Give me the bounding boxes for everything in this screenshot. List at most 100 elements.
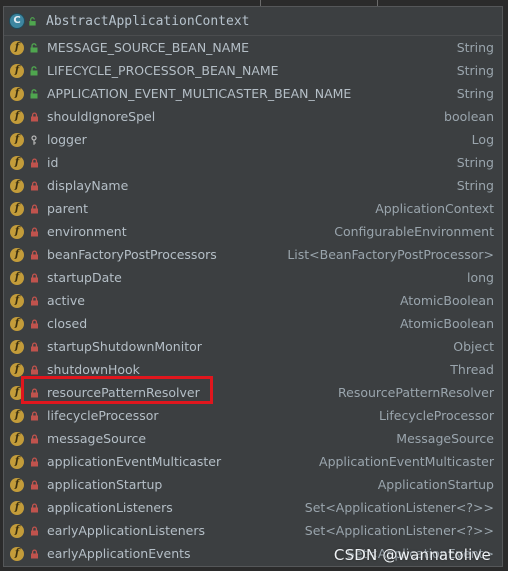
field-row[interactable]: f resourcePatternResolver ResourcePatternR… <box>4 381 502 404</box>
field-name: environment <box>47 224 127 239</box>
field-icon: f <box>10 339 24 354</box>
field-row[interactable]: f shutdownHook Thread <box>4 358 502 381</box>
lock-icon <box>29 502 39 513</box>
lock-icon <box>29 433 39 444</box>
field-type: String <box>456 178 494 193</box>
field-row[interactable]: f beanFactoryPostProcessors List<BeanFacto… <box>4 243 502 266</box>
lock-icon <box>29 456 39 467</box>
watermark: CSDN @wannatolive <box>333 546 491 564</box>
field-icon: f <box>10 247 24 262</box>
lock-icon <box>29 203 39 214</box>
field-icon: f <box>10 270 24 285</box>
field-name: displayName <box>47 178 129 193</box>
field-icon: f <box>10 431 24 446</box>
field-type: MessageSource <box>396 431 494 446</box>
field-name: messageSource <box>47 431 147 446</box>
field-list: f MESSAGE_SOURCE_BEAN_NAME String f LIFECYCL… <box>4 36 502 565</box>
field-name: LIFECYCLE_PROCESSOR_BEAN_NAME <box>47 63 279 78</box>
field-type: ConfigurableEnvironment <box>334 224 494 239</box>
field-name: lifecycleProcessor <box>47 408 159 423</box>
field-type: ApplicationContext <box>375 201 494 216</box>
field-row[interactable]: f closed AtomicBoolean <box>4 312 502 335</box>
field-name: resourcePatternResolver <box>47 385 200 400</box>
structure-popup: C AbstractApplicationContext f MESSAGE_SO… <box>3 6 503 567</box>
class-icon: C <box>10 14 24 28</box>
field-type: ApplicationStartup <box>377 477 494 492</box>
lock-icon <box>29 525 39 536</box>
lock-icon <box>29 364 39 375</box>
field-row[interactable]: f lifecycleProcessor LifecycleProcessor <box>4 404 502 427</box>
field-row[interactable]: f id String <box>4 151 502 174</box>
field-icon: f <box>10 477 24 492</box>
field-name: startupDate <box>47 270 122 285</box>
lock-icon <box>29 226 39 237</box>
field-icon: f <box>10 362 24 377</box>
lock-icon <box>29 387 39 398</box>
field-type: AtomicBoolean <box>399 316 494 331</box>
field-icon: f <box>10 408 24 423</box>
field-icon: f <box>10 132 24 147</box>
field-row[interactable]: f startupShutdownMonitor Object <box>4 335 502 358</box>
field-type: LifecycleProcessor <box>378 408 494 423</box>
lock-icon <box>29 272 39 283</box>
field-row[interactable]: f APPLICATION_EVENT_MULTICASTER_BEAN_NAME… <box>4 82 502 105</box>
field-icon: f <box>10 546 24 561</box>
field-type: String <box>456 86 494 101</box>
field-type: String <box>456 155 494 170</box>
field-type: Set<ApplicationListener<?>> <box>304 500 494 515</box>
lock-icon <box>29 548 39 559</box>
field-row[interactable]: f logger Log <box>4 128 502 151</box>
field-type: String <box>456 63 494 78</box>
field-row[interactable]: f earlyApplicationListeners Set<Applicatio… <box>4 519 502 542</box>
public-static-icon <box>29 42 39 53</box>
field-name: APPLICATION_EVENT_MULTICASTER_BEAN_NAME <box>47 86 352 101</box>
field-type: long <box>467 270 494 285</box>
field-type: boolean <box>444 109 494 124</box>
lock-icon <box>29 249 39 260</box>
field-name: parent <box>47 201 88 216</box>
field-row[interactable]: f applicationStartup ApplicationStartup <box>4 473 502 496</box>
field-type: Object <box>453 339 494 354</box>
lock-icon <box>29 111 39 122</box>
field-icon: f <box>10 86 24 101</box>
field-type: List<BeanFactoryPostProcessor> <box>287 247 494 262</box>
field-name: shouldIgnoreSpel <box>47 109 156 124</box>
field-icon: f <box>10 155 24 170</box>
field-row[interactable]: f startupDate long <box>4 266 502 289</box>
field-name: earlyApplicationListeners <box>47 523 206 538</box>
field-name: applicationEventMulticaster <box>47 454 222 469</box>
field-name: applicationListeners <box>47 500 173 515</box>
lock-icon <box>29 341 39 352</box>
field-type: AtomicBoolean <box>399 293 494 308</box>
popup-header: C AbstractApplicationContext <box>4 7 502 36</box>
field-row[interactable]: f MESSAGE_SOURCE_BEAN_NAME String <box>4 36 502 59</box>
field-icon: f <box>10 224 24 239</box>
field-icon: f <box>10 201 24 216</box>
field-icon: f <box>10 454 24 469</box>
field-row[interactable]: f LIFECYCLE_PROCESSOR_BEAN_NAME String <box>4 59 502 82</box>
field-row[interactable]: f shouldIgnoreSpel boolean <box>4 105 502 128</box>
field-row[interactable]: f environment ConfigurableEnvironment <box>4 220 502 243</box>
field-type: Log <box>471 132 494 147</box>
field-type: ApplicationEventMulticaster <box>319 454 494 469</box>
class-title: AbstractApplicationContext <box>46 13 250 29</box>
lock-icon <box>29 479 39 490</box>
field-name: closed <box>47 316 88 331</box>
unlock-icon <box>29 16 36 26</box>
field-row[interactable]: f active AtomicBoolean <box>4 289 502 312</box>
field-name: applicationStartup <box>47 477 163 492</box>
public-static-icon <box>29 65 39 76</box>
lock-icon <box>29 318 39 329</box>
field-row[interactable]: f displayName String <box>4 174 502 197</box>
field-name: MESSAGE_SOURCE_BEAN_NAME <box>47 40 250 55</box>
field-name: shutdownHook <box>47 362 140 377</box>
field-row[interactable]: f applicationEventMulticaster ApplicationE… <box>4 450 502 473</box>
field-name: id <box>47 155 59 170</box>
field-row[interactable]: f applicationListeners Set<ApplicationList… <box>4 496 502 519</box>
field-row[interactable]: f messageSource MessageSource <box>4 427 502 450</box>
field-row[interactable]: f parent ApplicationContext <box>4 197 502 220</box>
field-name: startupShutdownMonitor <box>47 339 202 354</box>
field-icon: f <box>10 109 24 124</box>
key-icon <box>29 134 39 145</box>
field-type: Thread <box>450 362 494 377</box>
